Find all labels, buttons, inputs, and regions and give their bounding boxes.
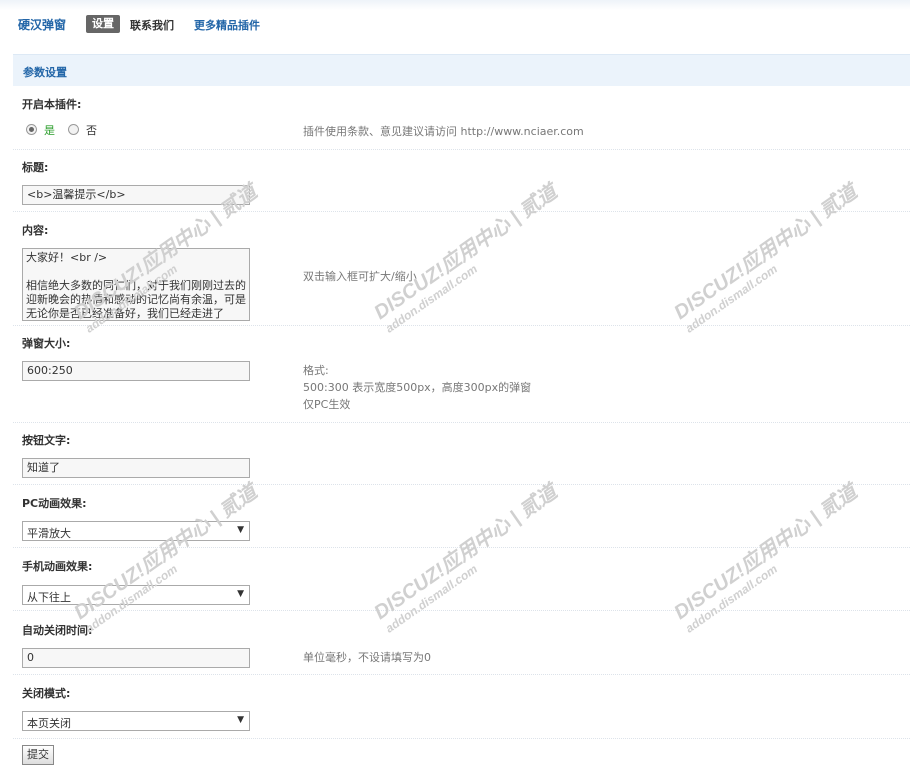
chevron-down-icon: ▼	[237, 589, 244, 599]
row-size: 弹窗大小: 600:250 格式: 500:300 表示宽度500px，高度30…	[13, 326, 910, 423]
row-close-mode: 关闭模式: 本页关闭 ▼	[13, 675, 910, 739]
row-mobile-anim: 手机动画效果: 从下往上 ▼	[13, 548, 910, 611]
content-textarea[interactable]: 大家好！<br /> 相信绝大多数的同仁们，对于我们刚刚过去的迎新晚会的热情和感…	[22, 248, 250, 321]
mobile-anim-label: 手机动画效果:	[22, 560, 93, 573]
size-input[interactable]: 600:250	[22, 361, 250, 381]
pc-anim-select[interactable]: 平滑放大 ▼	[22, 521, 250, 541]
enable-no-radio[interactable]	[68, 124, 79, 135]
size-note-line1: 格式:	[303, 364, 329, 377]
row-button-text: 按钮文字: 知道了	[13, 423, 910, 485]
row-title: 标题: <b>温馨提示</b>	[13, 150, 910, 212]
close-mode-value: 本页关闭	[27, 717, 71, 730]
enable-radio-group: 是 否	[26, 121, 126, 137]
close-mode-label: 关闭模式:	[22, 687, 71, 700]
enable-note: 插件使用条款、意见建议请访问 http://www.nciaer.com	[303, 125, 584, 138]
auto-close-input[interactable]: 0	[22, 648, 250, 668]
size-note-line2: 500:300 表示宽度500px，高度300px的弹窗	[303, 381, 532, 394]
pc-anim-label: PC动画效果:	[22, 497, 87, 510]
size-note: 格式: 500:300 表示宽度500px，高度300px的弹窗 仅PC生效	[303, 362, 531, 413]
tab-contact[interactable]: 联系我们	[130, 17, 174, 33]
pc-anim-value: 平滑放大	[27, 527, 71, 540]
enable-no-label[interactable]: 否	[86, 122, 97, 138]
auto-close-note: 单位毫秒，不设请填写为0	[303, 651, 431, 664]
submit-button[interactable]: 提交	[22, 745, 54, 765]
row-pc-anim: PC动画效果: 平滑放大 ▼	[13, 485, 910, 548]
row-content: 内容: 大家好！<br /> 相信绝大多数的同仁们，对于我们刚刚过去的迎新晚会的…	[13, 212, 910, 326]
enable-label: 开启本插件:	[22, 98, 82, 111]
row-auto-close: 自动关闭时间: 0 单位毫秒，不设请填写为0	[13, 611, 910, 675]
size-note-line3: 仅PC生效	[303, 398, 351, 411]
tab-more-plugins[interactable]: 更多精品插件	[194, 17, 260, 33]
content-label: 内容:	[22, 224, 49, 237]
content-note: 双击输入框可扩大/缩小	[303, 270, 417, 283]
size-label: 弹窗大小:	[22, 337, 71, 350]
section-header: 参数设置	[13, 54, 910, 86]
chevron-down-icon: ▼	[237, 715, 244, 725]
enable-yes-radio[interactable]	[26, 124, 37, 135]
enable-yes-label[interactable]: 是	[44, 122, 55, 138]
title-label: 标题:	[22, 161, 49, 174]
auto-close-label: 自动关闭时间:	[22, 624, 93, 637]
close-mode-select[interactable]: 本页关闭 ▼	[22, 711, 250, 731]
plugin-brand-link[interactable]: 硬汉弹窗	[18, 16, 66, 33]
tab-settings[interactable]: 设置	[86, 15, 120, 33]
title-input[interactable]: <b>温馨提示</b>	[22, 185, 250, 205]
button-text-input[interactable]: 知道了	[22, 458, 250, 478]
mobile-anim-value: 从下往上	[27, 591, 71, 604]
top-nav: 硬汉弹窗 设置 联系我们 更多精品插件	[0, 0, 910, 44]
section-title: 参数设置	[23, 66, 67, 79]
button-text-label: 按钮文字:	[22, 434, 71, 447]
row-enable: 开启本插件: 是 否 插件使用条款、意见建议请访问 http://www.nci…	[13, 88, 910, 150]
chevron-down-icon: ▼	[237, 525, 244, 535]
mobile-anim-select[interactable]: 从下往上 ▼	[22, 585, 250, 605]
